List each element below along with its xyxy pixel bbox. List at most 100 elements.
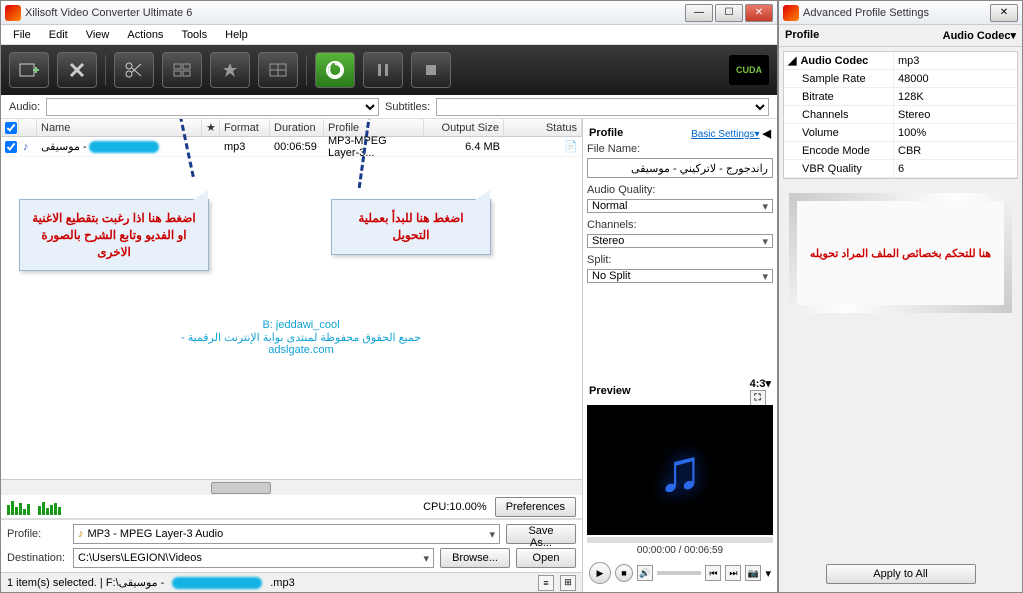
aux-close-button[interactable]: ✕ [990, 4, 1018, 22]
aux-title: Advanced Profile Settings [803, 7, 990, 19]
preferences-button[interactable]: Preferences [495, 497, 576, 517]
aspect-ratio[interactable]: 4:3▾ [750, 378, 771, 390]
col-output-size[interactable]: Output Size [424, 119, 504, 136]
convert-button[interactable] [315, 52, 355, 88]
prop-row[interactable]: Sample Rate48000 [784, 70, 1017, 88]
file-row[interactable]: ♪ - موسيقى mp3 00:06:59 MP3-MPEG Layer-3… [1, 137, 582, 157]
destination-combo[interactable]: C:\Users\LEGION\Videos [73, 548, 434, 568]
audio-subtitle-bar: Audio: Subtitles: [1, 95, 777, 119]
play-controls: ▶ ■ 🔊 ⏮ ⏭ 📷 ▾ [587, 558, 773, 588]
open-button[interactable]: Open [516, 548, 576, 568]
subtitles-label: Subtitles: [385, 101, 430, 113]
maximize-button[interactable]: ☐ [715, 4, 743, 22]
row-name: - موسيقى [41, 140, 87, 153]
col-star[interactable]: ★ [202, 119, 220, 136]
split-combo[interactable]: No Split [587, 269, 773, 283]
redacted-status [172, 577, 262, 589]
volume-slider[interactable] [657, 571, 701, 575]
cpu-graph [7, 499, 61, 515]
play-button[interactable]: ▶ [589, 562, 611, 584]
apply-to-all-button[interactable]: Apply to All [826, 564, 976, 584]
select-all-checkbox[interactable] [5, 122, 17, 134]
prop-row[interactable]: VBR Quality6 [784, 160, 1017, 178]
menu-view[interactable]: View [78, 27, 118, 43]
col-profile[interactable]: Profile [324, 119, 424, 136]
snapshot-dropdown-icon[interactable]: ▾ [765, 567, 771, 580]
pause-button[interactable] [363, 52, 403, 88]
prop-row[interactable]: ◢Audio Codecmp3 [784, 52, 1017, 70]
menu-actions[interactable]: Actions [119, 27, 171, 43]
horizontal-scrollbar[interactable] [1, 479, 582, 495]
audio-label: Audio: [9, 101, 40, 113]
volume-icon[interactable]: 🔊 [637, 565, 653, 581]
status-icon-2[interactable]: ⊞ [560, 575, 576, 591]
destination-label: Destination: [7, 552, 67, 564]
music-icon: ♪ [23, 141, 29, 153]
menu-edit[interactable]: Edit [41, 27, 76, 43]
row-profile: MP3-MPEG Layer-3... [324, 135, 424, 159]
prop-row[interactable]: Bitrate128K [784, 88, 1017, 106]
next-frame-icon[interactable]: ⏭ [725, 565, 741, 581]
file-list-area: Name ★ Format Duration Profile Output Si… [1, 119, 582, 479]
file-list-header: Name ★ Format Duration Profile Output Si… [1, 119, 582, 137]
separator [105, 55, 106, 85]
save-as-button[interactable]: Save As... [506, 524, 576, 544]
merge-button[interactable] [258, 52, 298, 88]
clip-button[interactable] [114, 52, 154, 88]
close-button[interactable]: ✕ [745, 4, 773, 22]
menu-file[interactable]: File [5, 27, 39, 43]
toolbar: CUDA [1, 45, 777, 95]
prop-row[interactable]: Encode ModeCBR [784, 142, 1017, 160]
annotation-clip: اضغط هنا اذا رغبت بتقطيع الاغنية او الفد… [19, 199, 209, 271]
row-status-icon: 📄 [564, 140, 578, 153]
fullscreen-icon[interactable]: ⛶ [750, 390, 766, 406]
profile-combo[interactable]: ♪MP3 - MPEG Layer-3 Audio [73, 524, 500, 544]
stop-button[interactable] [411, 52, 451, 88]
minimize-button[interactable]: — [685, 4, 713, 22]
icon-col[interactable] [19, 119, 37, 136]
main-titlebar: Xilisoft Video Converter Ultimate 6 — ☐ … [1, 1, 777, 25]
prop-row[interactable]: ChannelsStereo [784, 106, 1017, 124]
statusbar: 1 item(s) selected. | F:\موسيقى - .mp3 ≡… [1, 572, 582, 592]
menu-help[interactable]: Help [217, 27, 256, 43]
seek-bar[interactable] [587, 537, 773, 543]
subtitles-select[interactable] [436, 98, 769, 116]
redacted-text [89, 141, 159, 153]
col-status[interactable]: Status [504, 119, 582, 136]
basic-settings-link[interactable]: Basic Settings▾ [691, 129, 759, 140]
audio-select[interactable] [46, 98, 379, 116]
col-duration[interactable]: Duration [270, 119, 324, 136]
profile-header: Profile [589, 127, 623, 139]
audio-quality-combo[interactable]: Normal [587, 199, 773, 213]
effect-button[interactable] [210, 52, 250, 88]
credit-author: B: jeddawi_cool [151, 319, 451, 331]
browse-button[interactable]: Browse... [440, 548, 510, 568]
col-name[interactable]: Name [37, 119, 202, 136]
file-name-input[interactable] [587, 158, 773, 178]
menu-tools[interactable]: Tools [173, 27, 215, 43]
channels-label: Channels: [587, 219, 773, 231]
snapshot-icon[interactable]: 📷 [745, 565, 761, 581]
preview-box: ♫ [587, 405, 773, 535]
row-checkbox[interactable] [5, 141, 17, 153]
property-grid: ◢Audio Codecmp3 Sample Rate48000 Bitrate… [783, 51, 1018, 179]
aux-audio-codec-header[interactable]: Audio Codec▾ [943, 29, 1016, 42]
aux-titlebar: Advanced Profile Settings ✕ [779, 1, 1022, 25]
prop-row[interactable]: Volume100% [784, 124, 1017, 142]
expand-panel-icon[interactable]: ◀ [763, 128, 771, 140]
remove-button[interactable] [57, 52, 97, 88]
row-output-size: 6.4 MB [424, 141, 504, 153]
channels-combo[interactable]: Stereo [587, 234, 773, 248]
status-icon-1[interactable]: ≡ [538, 575, 554, 591]
status-ext: .mp3 [270, 577, 294, 589]
music-note-icon: ♫ [658, 436, 703, 505]
row-format: mp3 [220, 141, 270, 153]
col-format[interactable]: Format [220, 119, 270, 136]
cuda-badge: CUDA [729, 55, 769, 85]
prev-frame-icon[interactable]: ⏮ [705, 565, 721, 581]
row-duration: 00:06:59 [270, 141, 324, 153]
split-label: Split: [587, 254, 773, 266]
edit-button[interactable] [162, 52, 202, 88]
stop-preview-button[interactable]: ■ [615, 564, 633, 582]
add-file-button[interactable] [9, 52, 49, 88]
